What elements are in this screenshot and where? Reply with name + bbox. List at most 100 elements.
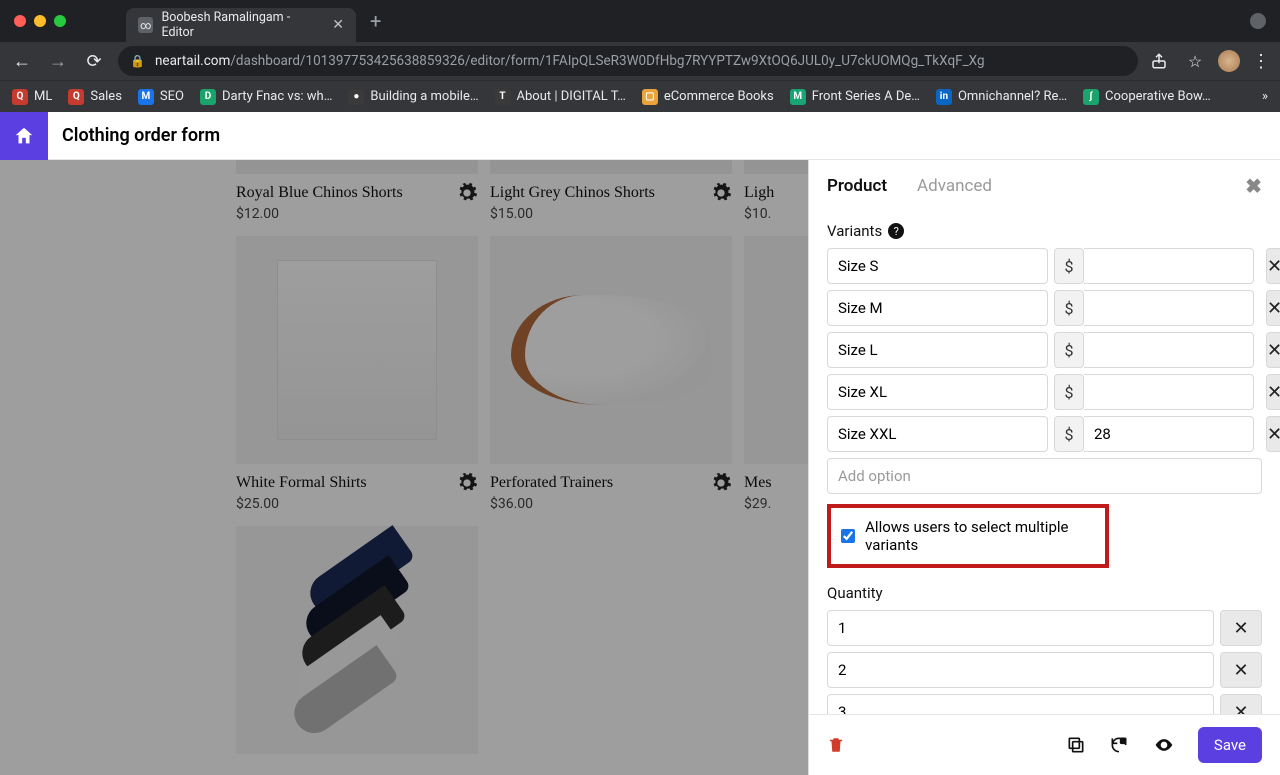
variant-name-input[interactable] (827, 248, 1048, 284)
browser-menu-icon[interactable]: ⋮ (1252, 51, 1270, 72)
add-option-placeholder: Add option (838, 467, 911, 485)
gear-icon[interactable] (710, 472, 732, 494)
page-title: Clothing order form (48, 125, 220, 146)
variant-row: $✕ (827, 374, 1262, 410)
currency-label: $ (1054, 374, 1084, 410)
quantity-input[interactable] (827, 694, 1214, 714)
remove-variant-icon[interactable]: ✕ (1266, 416, 1280, 452)
quantity-row: ✕ (827, 610, 1262, 646)
quantity-heading: Quantity (827, 584, 1262, 602)
variant-row: $✕ (827, 332, 1262, 368)
product-price: $25.00 (236, 492, 456, 512)
app-root: Clothing order form Royal Blue Chinos Sh… (0, 112, 1280, 775)
profile-avatar[interactable] (1218, 50, 1240, 72)
gear-icon[interactable] (456, 182, 478, 204)
preview-icon[interactable] (1152, 735, 1176, 755)
remove-quantity-icon[interactable]: ✕ (1220, 610, 1262, 646)
variants-label: Variants (827, 222, 882, 240)
product-card[interactable]: White Formal Shirts $25.00 (236, 236, 478, 512)
variant-price-input[interactable] (1084, 290, 1254, 326)
bookmarks-overflow-icon[interactable]: » (1262, 89, 1268, 104)
bookmark-item[interactable]: ∫Cooperative Bow… (1083, 89, 1211, 105)
help-icon[interactable]: ? (888, 223, 904, 239)
browser-tab[interactable]: ∞ Boobesh Ramalingam - Editor ✕ (126, 8, 356, 42)
variant-name-input[interactable] (827, 416, 1048, 452)
variant-row: $✕ (827, 248, 1262, 284)
currency-label: $ (1054, 290, 1084, 326)
tab-overflow-icon[interactable] (1250, 13, 1266, 29)
product-title: White Formal Shirts (236, 464, 456, 492)
variant-price-input[interactable] (1084, 416, 1254, 452)
remove-quantity-icon[interactable]: ✕ (1220, 652, 1262, 688)
product-card[interactable] (236, 526, 478, 754)
home-button[interactable] (0, 112, 48, 160)
variant-name-input[interactable] (827, 374, 1048, 410)
remove-quantity-icon[interactable]: ✕ (1220, 694, 1262, 714)
address-bar[interactable]: 🔒 neartail.com/dashboard/101397753425638… (118, 46, 1138, 76)
product-card[interactable]: Light Grey Chinos Shorts $15.00 (490, 160, 732, 222)
remove-variant-icon[interactable]: ✕ (1266, 290, 1280, 326)
minimize-window-icon[interactable] (34, 15, 46, 27)
close-tab-icon[interactable]: ✕ (332, 17, 344, 33)
product-card[interactable]: Royal Blue Chinos Shorts $12.00 (236, 160, 478, 222)
remove-variant-icon[interactable]: ✕ (1266, 332, 1280, 368)
save-button[interactable]: Save (1198, 727, 1262, 763)
bookmark-item[interactable]: ●Building a mobile… (348, 89, 478, 105)
maximize-window-icon[interactable] (54, 15, 66, 27)
bookmark-star-icon[interactable]: ☆ (1184, 52, 1206, 71)
product-image (236, 526, 478, 754)
bookmark-item[interactable]: inOmnichannel? Re… (936, 89, 1067, 105)
quantity-label: Quantity (827, 584, 883, 602)
variant-price-input[interactable] (1084, 374, 1254, 410)
remove-variant-icon[interactable]: ✕ (1266, 248, 1280, 284)
panel-body: Variants ? $✕$✕$✕$✕$✕ Add option Allows … (809, 208, 1280, 714)
quantity-input[interactable] (827, 652, 1214, 688)
multi-variant-highlight: Allows users to select multiple variants (827, 504, 1109, 568)
variant-name-input[interactable] (827, 332, 1048, 368)
add-option-input[interactable]: Add option (827, 458, 1262, 494)
variant-price-input[interactable] (1084, 248, 1254, 284)
currency-label: $ (1054, 416, 1084, 452)
gear-icon[interactable] (710, 182, 732, 204)
variant-price-input[interactable] (1084, 332, 1254, 368)
product-card[interactable]: Perforated Trainers $36.00 (490, 236, 732, 512)
product-image (490, 160, 732, 174)
editor-canvas: Royal Blue Chinos Shorts $12.00 Light Gr… (0, 160, 1280, 775)
remove-variant-icon[interactable]: ✕ (1266, 374, 1280, 410)
quantity-input[interactable] (827, 610, 1214, 646)
multi-variant-label: Allows users to select multiple variants (865, 518, 1095, 554)
tab-product[interactable]: Product (827, 176, 887, 196)
window-controls[interactable] (8, 15, 76, 27)
bookmark-item[interactable]: QML (12, 89, 52, 105)
close-window-icon[interactable] (14, 15, 26, 27)
tab-favicon-icon: ∞ (138, 17, 153, 33)
product-image (236, 160, 478, 174)
bookmark-item[interactable]: ▢eCommerce Books (642, 89, 774, 105)
quantity-row: ✕ (827, 652, 1262, 688)
browser-toolbar: ← → ⟳ 🔒 neartail.com/dashboard/101397753… (0, 42, 1280, 80)
multi-variant-checkbox[interactable] (841, 528, 855, 544)
product-image (236, 236, 478, 464)
product-image (490, 236, 732, 464)
bookmark-item[interactable]: DDarty Fnac vs: wh… (200, 89, 332, 105)
reload-button[interactable]: ⟳ (82, 51, 106, 72)
browser-chrome: ∞ Boobesh Ramalingam - Editor ✕ + ← → ⟳ … (0, 0, 1280, 112)
tab-title: Boobesh Ramalingam - Editor (161, 10, 320, 40)
revert-icon[interactable] (1108, 735, 1130, 755)
close-panel-icon[interactable]: ✖ (1245, 174, 1262, 198)
delete-button[interactable] (827, 735, 845, 755)
copy-icon[interactable] (1066, 735, 1086, 755)
product-title: Perforated Trainers (490, 464, 710, 492)
bookmark-item[interactable]: MSEO (138, 89, 184, 105)
bookmark-item[interactable]: QSales (68, 89, 122, 105)
product-price: $12.00 (236, 202, 456, 222)
variant-name-input[interactable] (827, 290, 1048, 326)
bookmark-item[interactable]: TAbout | DIGITAL T… (495, 89, 626, 105)
new-tab-button[interactable]: + (370, 9, 381, 33)
share-icon[interactable] (1150, 52, 1172, 70)
back-button[interactable]: ← (10, 51, 34, 72)
forward-button[interactable]: → (46, 51, 70, 72)
tab-advanced[interactable]: Advanced (917, 176, 992, 196)
gear-icon[interactable] (456, 472, 478, 494)
bookmark-item[interactable]: MFront Series A De… (790, 89, 920, 105)
